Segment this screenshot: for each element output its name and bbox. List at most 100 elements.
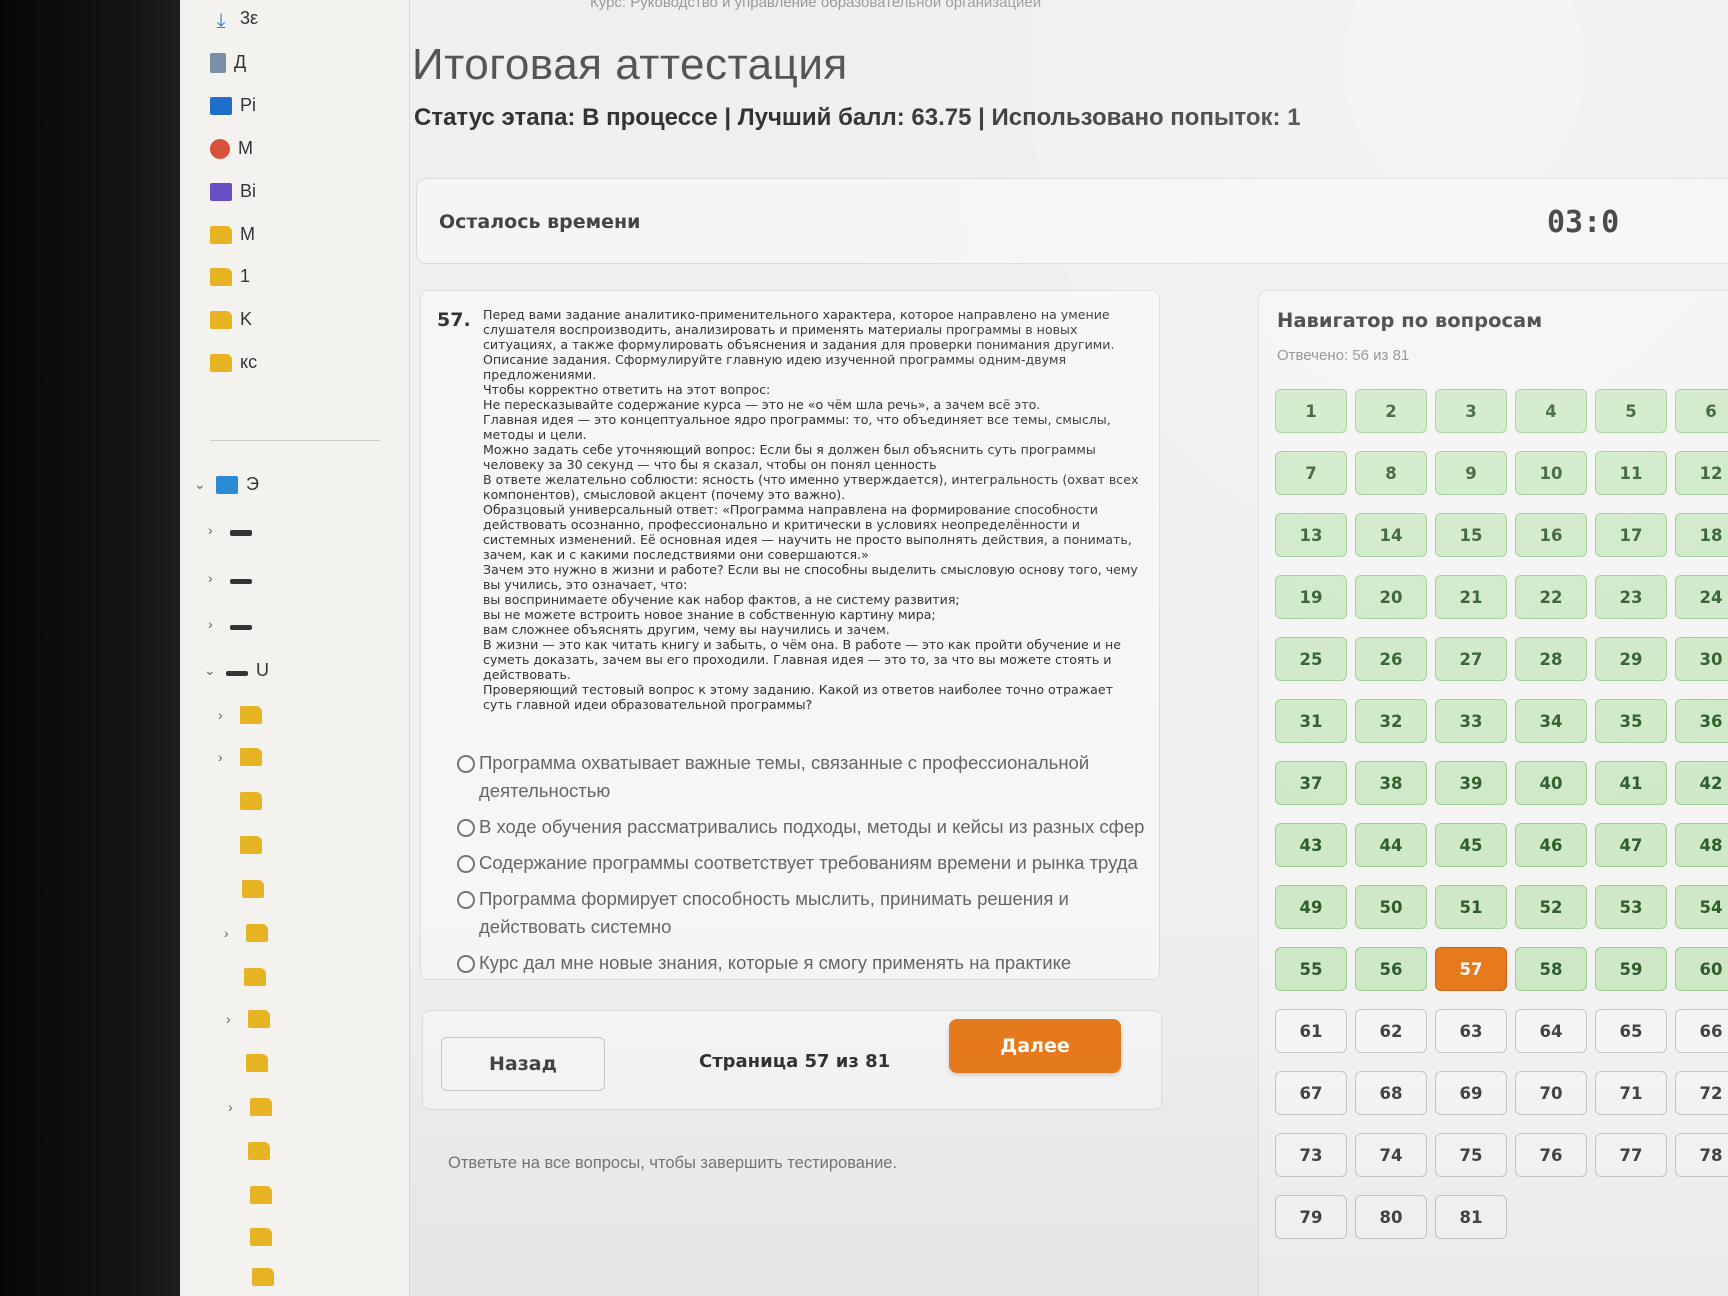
navigator-question-button[interactable]: 48 — [1675, 823, 1728, 867]
navigator-question-button[interactable]: 55 — [1275, 947, 1347, 991]
navigator-question-button[interactable]: 31 — [1275, 699, 1347, 743]
chevron-down-icon[interactable]: ⌄ — [204, 662, 218, 679]
navigator-question-button[interactable]: 68 — [1355, 1071, 1427, 1115]
navigator-question-button[interactable]: 44 — [1355, 823, 1427, 867]
sidebar-subfolder[interactable] — [240, 792, 262, 810]
navigator-question-button[interactable]: 35 — [1595, 699, 1667, 743]
navigator-question-button[interactable]: 1 — [1275, 389, 1347, 433]
answer-option[interactable]: В ходе обучения рассматривались подходы,… — [457, 813, 1157, 841]
navigator-question-button[interactable]: 43 — [1275, 823, 1347, 867]
navigator-question-button[interactable]: 78 — [1675, 1133, 1728, 1177]
back-button[interactable]: Назад — [441, 1037, 605, 1091]
navigator-question-button[interactable]: 11 — [1595, 451, 1667, 495]
sidebar-subfolder[interactable]: › — [226, 1010, 270, 1028]
breadcrumb[interactable]: Курс: Руководство и управление образоват… — [590, 0, 1041, 11]
navigator-question-button[interactable]: 29 — [1595, 637, 1667, 681]
navigator-question-button[interactable]: 17 — [1595, 513, 1667, 557]
navigator-question-button[interactable]: 15 — [1435, 513, 1507, 557]
navigator-question-button[interactable]: 80 — [1355, 1195, 1427, 1239]
navigator-question-button[interactable]: 26 — [1355, 637, 1427, 681]
sidebar-item-documents[interactable]: Д — [210, 52, 246, 73]
navigator-question-button[interactable]: 34 — [1515, 699, 1587, 743]
navigator-question-button[interactable]: 21 — [1435, 575, 1507, 619]
navigator-question-button[interactable]: 73 — [1275, 1133, 1347, 1177]
chevron-right-icon[interactable]: › — [226, 1011, 240, 1027]
navigator-question-button[interactable]: 36 — [1675, 699, 1728, 743]
radio-button[interactable] — [457, 819, 475, 837]
navigator-question-button[interactable]: 54 — [1675, 885, 1728, 929]
chevron-right-icon[interactable]: › — [208, 522, 222, 538]
answer-option[interactable]: Курс дал мне новые знания, которые я смо… — [457, 949, 1157, 977]
navigator-question-button[interactable]: 66 — [1675, 1009, 1728, 1053]
navigator-question-button[interactable]: 39 — [1435, 761, 1507, 805]
navigator-question-button[interactable]: 77 — [1595, 1133, 1667, 1177]
navigator-question-button[interactable]: 27 — [1435, 637, 1507, 681]
navigator-question-button[interactable]: 32 — [1355, 699, 1427, 743]
sidebar-item-folder-4[interactable]: кс — [210, 352, 257, 373]
next-button[interactable]: Далее — [949, 1019, 1121, 1073]
navigator-question-button[interactable]: 61 — [1275, 1009, 1347, 1053]
navigator-question-button[interactable]: 24 — [1675, 575, 1728, 619]
navigator-question-current[interactable]: 57 — [1435, 947, 1507, 991]
navigator-question-button[interactable]: 72 — [1675, 1071, 1728, 1115]
navigator-question-button[interactable]: 76 — [1515, 1133, 1587, 1177]
sidebar-item-folder-3[interactable]: K — [210, 309, 252, 330]
navigator-question-button[interactable]: 47 — [1595, 823, 1667, 867]
navigator-question-button[interactable]: 30 — [1675, 637, 1728, 681]
answer-option[interactable]: Программа охватывает важные темы, связан… — [457, 749, 1157, 805]
sidebar-subfolder[interactable] — [240, 836, 262, 854]
navigator-question-button[interactable]: 75 — [1435, 1133, 1507, 1177]
answer-option[interactable]: Программа формирует способность мыслить,… — [457, 885, 1157, 941]
navigator-question-button[interactable]: 49 — [1275, 885, 1347, 929]
navigator-question-button[interactable]: 38 — [1355, 761, 1427, 805]
navigator-question-button[interactable]: 13 — [1275, 513, 1347, 557]
navigator-question-button[interactable]: 63 — [1435, 1009, 1507, 1053]
navigator-question-button[interactable]: 53 — [1595, 885, 1667, 929]
sidebar-item-drive-a[interactable]: › — [208, 522, 252, 538]
sidebar-subfolder[interactable]: › — [228, 1098, 272, 1116]
sidebar-subfolder[interactable] — [250, 1186, 272, 1204]
sidebar-subfolder[interactable]: › — [218, 748, 262, 766]
navigator-question-button[interactable]: 71 — [1595, 1071, 1667, 1115]
navigator-question-button[interactable]: 10 — [1515, 451, 1587, 495]
answer-option[interactable]: Содержание программы соответствует требо… — [457, 849, 1157, 877]
navigator-question-button[interactable]: 16 — [1515, 513, 1587, 557]
navigator-question-button[interactable]: 79 — [1275, 1195, 1347, 1239]
radio-button[interactable] — [457, 755, 475, 773]
chevron-right-icon[interactable]: › — [208, 570, 222, 586]
sidebar-subfolder[interactable] — [250, 1228, 272, 1246]
sidebar-item-this-pc[interactable]: ⌄ Э — [194, 474, 259, 495]
sidebar-subfolder[interactable] — [246, 1054, 268, 1072]
navigator-question-button[interactable]: 56 — [1355, 947, 1427, 991]
sidebar-item-pictures[interactable]: Pi — [210, 95, 256, 116]
navigator-question-button[interactable]: 9 — [1435, 451, 1507, 495]
radio-button[interactable] — [457, 955, 475, 973]
radio-button[interactable] — [457, 855, 475, 873]
navigator-question-button[interactable]: 59 — [1595, 947, 1667, 991]
navigator-question-button[interactable]: 74 — [1355, 1133, 1427, 1177]
navigator-question-button[interactable]: 22 — [1515, 575, 1587, 619]
navigator-question-button[interactable]: 58 — [1515, 947, 1587, 991]
chevron-right-icon[interactable]: › — [224, 925, 238, 941]
chevron-right-icon[interactable]: › — [218, 707, 232, 723]
navigator-question-button[interactable]: 45 — [1435, 823, 1507, 867]
navigator-question-button[interactable]: 67 — [1275, 1071, 1347, 1115]
navigator-question-button[interactable]: 19 — [1275, 575, 1347, 619]
navigator-question-button[interactable]: 3 — [1435, 389, 1507, 433]
navigator-question-button[interactable]: 64 — [1515, 1009, 1587, 1053]
navigator-question-button[interactable]: 40 — [1515, 761, 1587, 805]
sidebar-item-music[interactable]: M — [210, 138, 253, 159]
navigator-question-button[interactable]: 46 — [1515, 823, 1587, 867]
sidebar-subfolder[interactable] — [248, 1142, 270, 1160]
navigator-question-button[interactable]: 28 — [1515, 637, 1587, 681]
navigator-question-button[interactable]: 5 — [1595, 389, 1667, 433]
navigator-question-button[interactable]: 6 — [1675, 389, 1728, 433]
sidebar-item-drive-c[interactable]: › — [208, 616, 252, 632]
sidebar-subfolder[interactable]: › — [224, 924, 268, 942]
navigator-question-button[interactable]: 20 — [1355, 575, 1427, 619]
navigator-question-button[interactable]: 81 — [1435, 1195, 1507, 1239]
navigator-question-button[interactable]: 65 — [1595, 1009, 1667, 1053]
sidebar-subfolder[interactable]: › — [218, 706, 262, 724]
navigator-question-button[interactable]: 23 — [1595, 575, 1667, 619]
radio-button[interactable] — [457, 891, 475, 909]
